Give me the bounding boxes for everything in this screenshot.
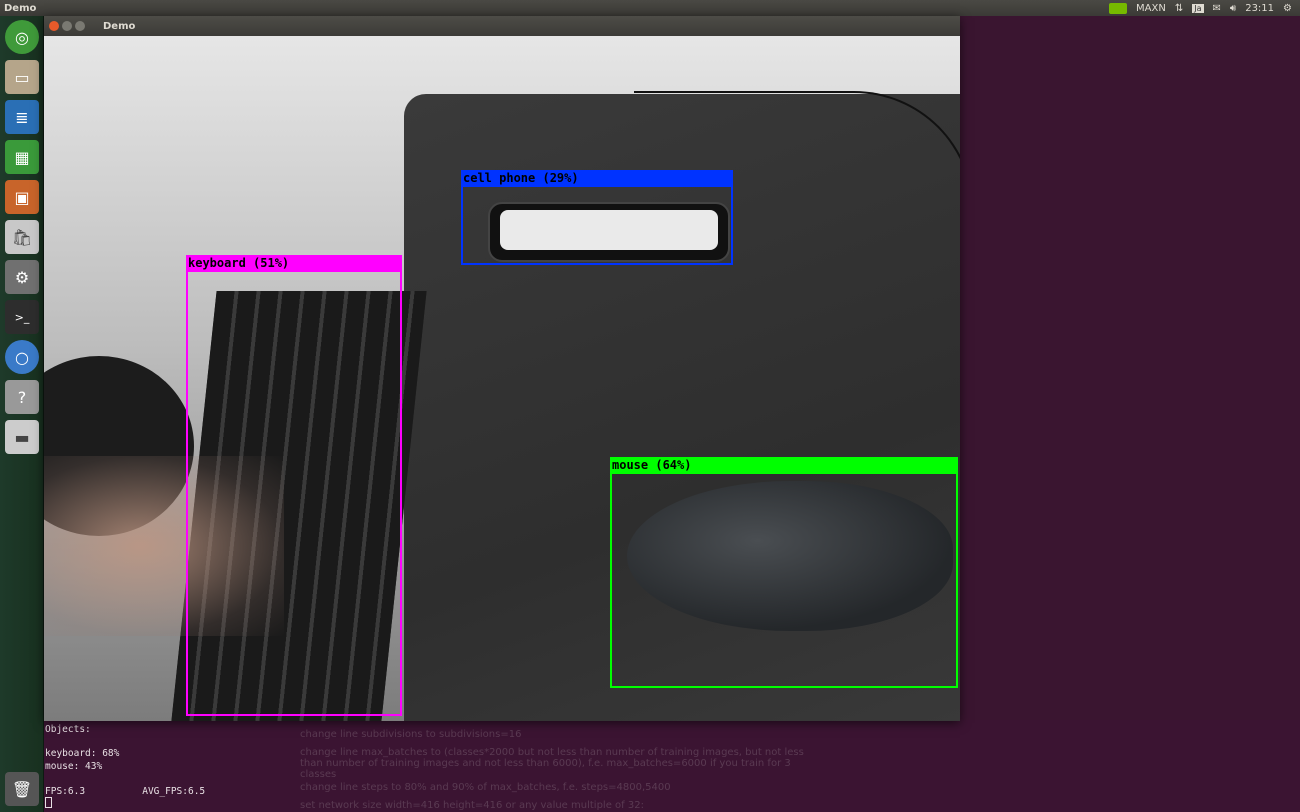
power-gear-icon[interactable]: ⚙ <box>1283 3 1292 14</box>
calc-icon[interactable]: ▦ <box>5 140 39 174</box>
help-icon[interactable]: ? <box>5 380 39 414</box>
terminal-icon[interactable]: >_ <box>5 300 39 334</box>
trash-icon[interactable]: 🗑︎ <box>5 772 39 806</box>
demo-window: Demo keyboard (51%) cell phone (29%) mou… <box>44 16 960 721</box>
gpu-mode[interactable]: MAXN <box>1136 3 1166 14</box>
nvidia-icon[interactable] <box>1109 2 1128 14</box>
active-app-title: Demo <box>4 2 37 14</box>
mail-icon[interactable]: ✉ <box>1213 3 1221 14</box>
detection-box-cell-phone: cell phone (29%) <box>461 170 733 265</box>
top-panel: Demo MAXN ⇅ Ja ✉ 🔊︎ 23:11 ⚙ <box>0 0 1300 16</box>
files-icon[interactable]: ▭ <box>5 60 39 94</box>
doc-bullet: change line max_batches to (classes*2000… <box>300 747 804 780</box>
maximize-icon[interactable] <box>75 21 85 31</box>
close-icon[interactable] <box>49 21 59 31</box>
keyboard-icon[interactable]: Ja <box>1192 3 1204 13</box>
clock[interactable]: 23:11 <box>1245 3 1274 14</box>
camera-frame: keyboard (51%) cell phone (29%) mouse (6… <box>44 36 960 721</box>
terminal-line: Objects: <box>45 724 91 735</box>
detection-box-mouse: mouse (64%) <box>610 457 958 688</box>
software-center-icon[interactable]: 🛍︎ <box>5 220 39 254</box>
detection-label: mouse (64%) <box>610 457 958 474</box>
terminal-line: FPS:6.3 AVG_FPS:6.5 <box>45 786 206 797</box>
terminal-line: mouse: 43% <box>45 761 103 772</box>
window-title: Demo <box>103 20 136 32</box>
launcher: ◎ ▭ ≣ ▦ ▣ 🛍︎ ⚙ >_ ○ ? ▬ 🗑︎ <box>0 16 44 812</box>
writer-icon[interactable]: ≣ <box>5 100 39 134</box>
system-settings-icon[interactable]: ⚙ <box>5 260 39 294</box>
detection-label: keyboard (51%) <box>186 255 402 272</box>
doc-bullet: change line steps to 80% and 90% of max_… <box>300 782 671 793</box>
doc-bullet: change line subdivisions to subdivisions… <box>300 729 522 740</box>
ubuntu-dash-icon[interactable]: ◎ <box>5 20 39 54</box>
detection-label: cell phone (29%) <box>461 170 733 187</box>
network-icon[interactable]: ⇅ <box>1175 3 1183 14</box>
window-titlebar[interactable]: Demo <box>44 16 960 36</box>
impress-icon[interactable]: ▣ <box>5 180 39 214</box>
minimize-icon[interactable] <box>62 21 72 31</box>
detection-box-keyboard: keyboard (51%) <box>186 255 402 716</box>
terminal-line: keyboard: 68% <box>45 748 120 759</box>
terminal-cursor <box>45 797 52 808</box>
drive-icon[interactable]: ▬ <box>5 420 39 454</box>
chromium-icon[interactable]: ○ <box>5 340 39 374</box>
doc-bullet: set network size width=416 height=416 or… <box>300 800 644 811</box>
volume-icon[interactable]: 🔊︎ <box>1230 3 1236 14</box>
